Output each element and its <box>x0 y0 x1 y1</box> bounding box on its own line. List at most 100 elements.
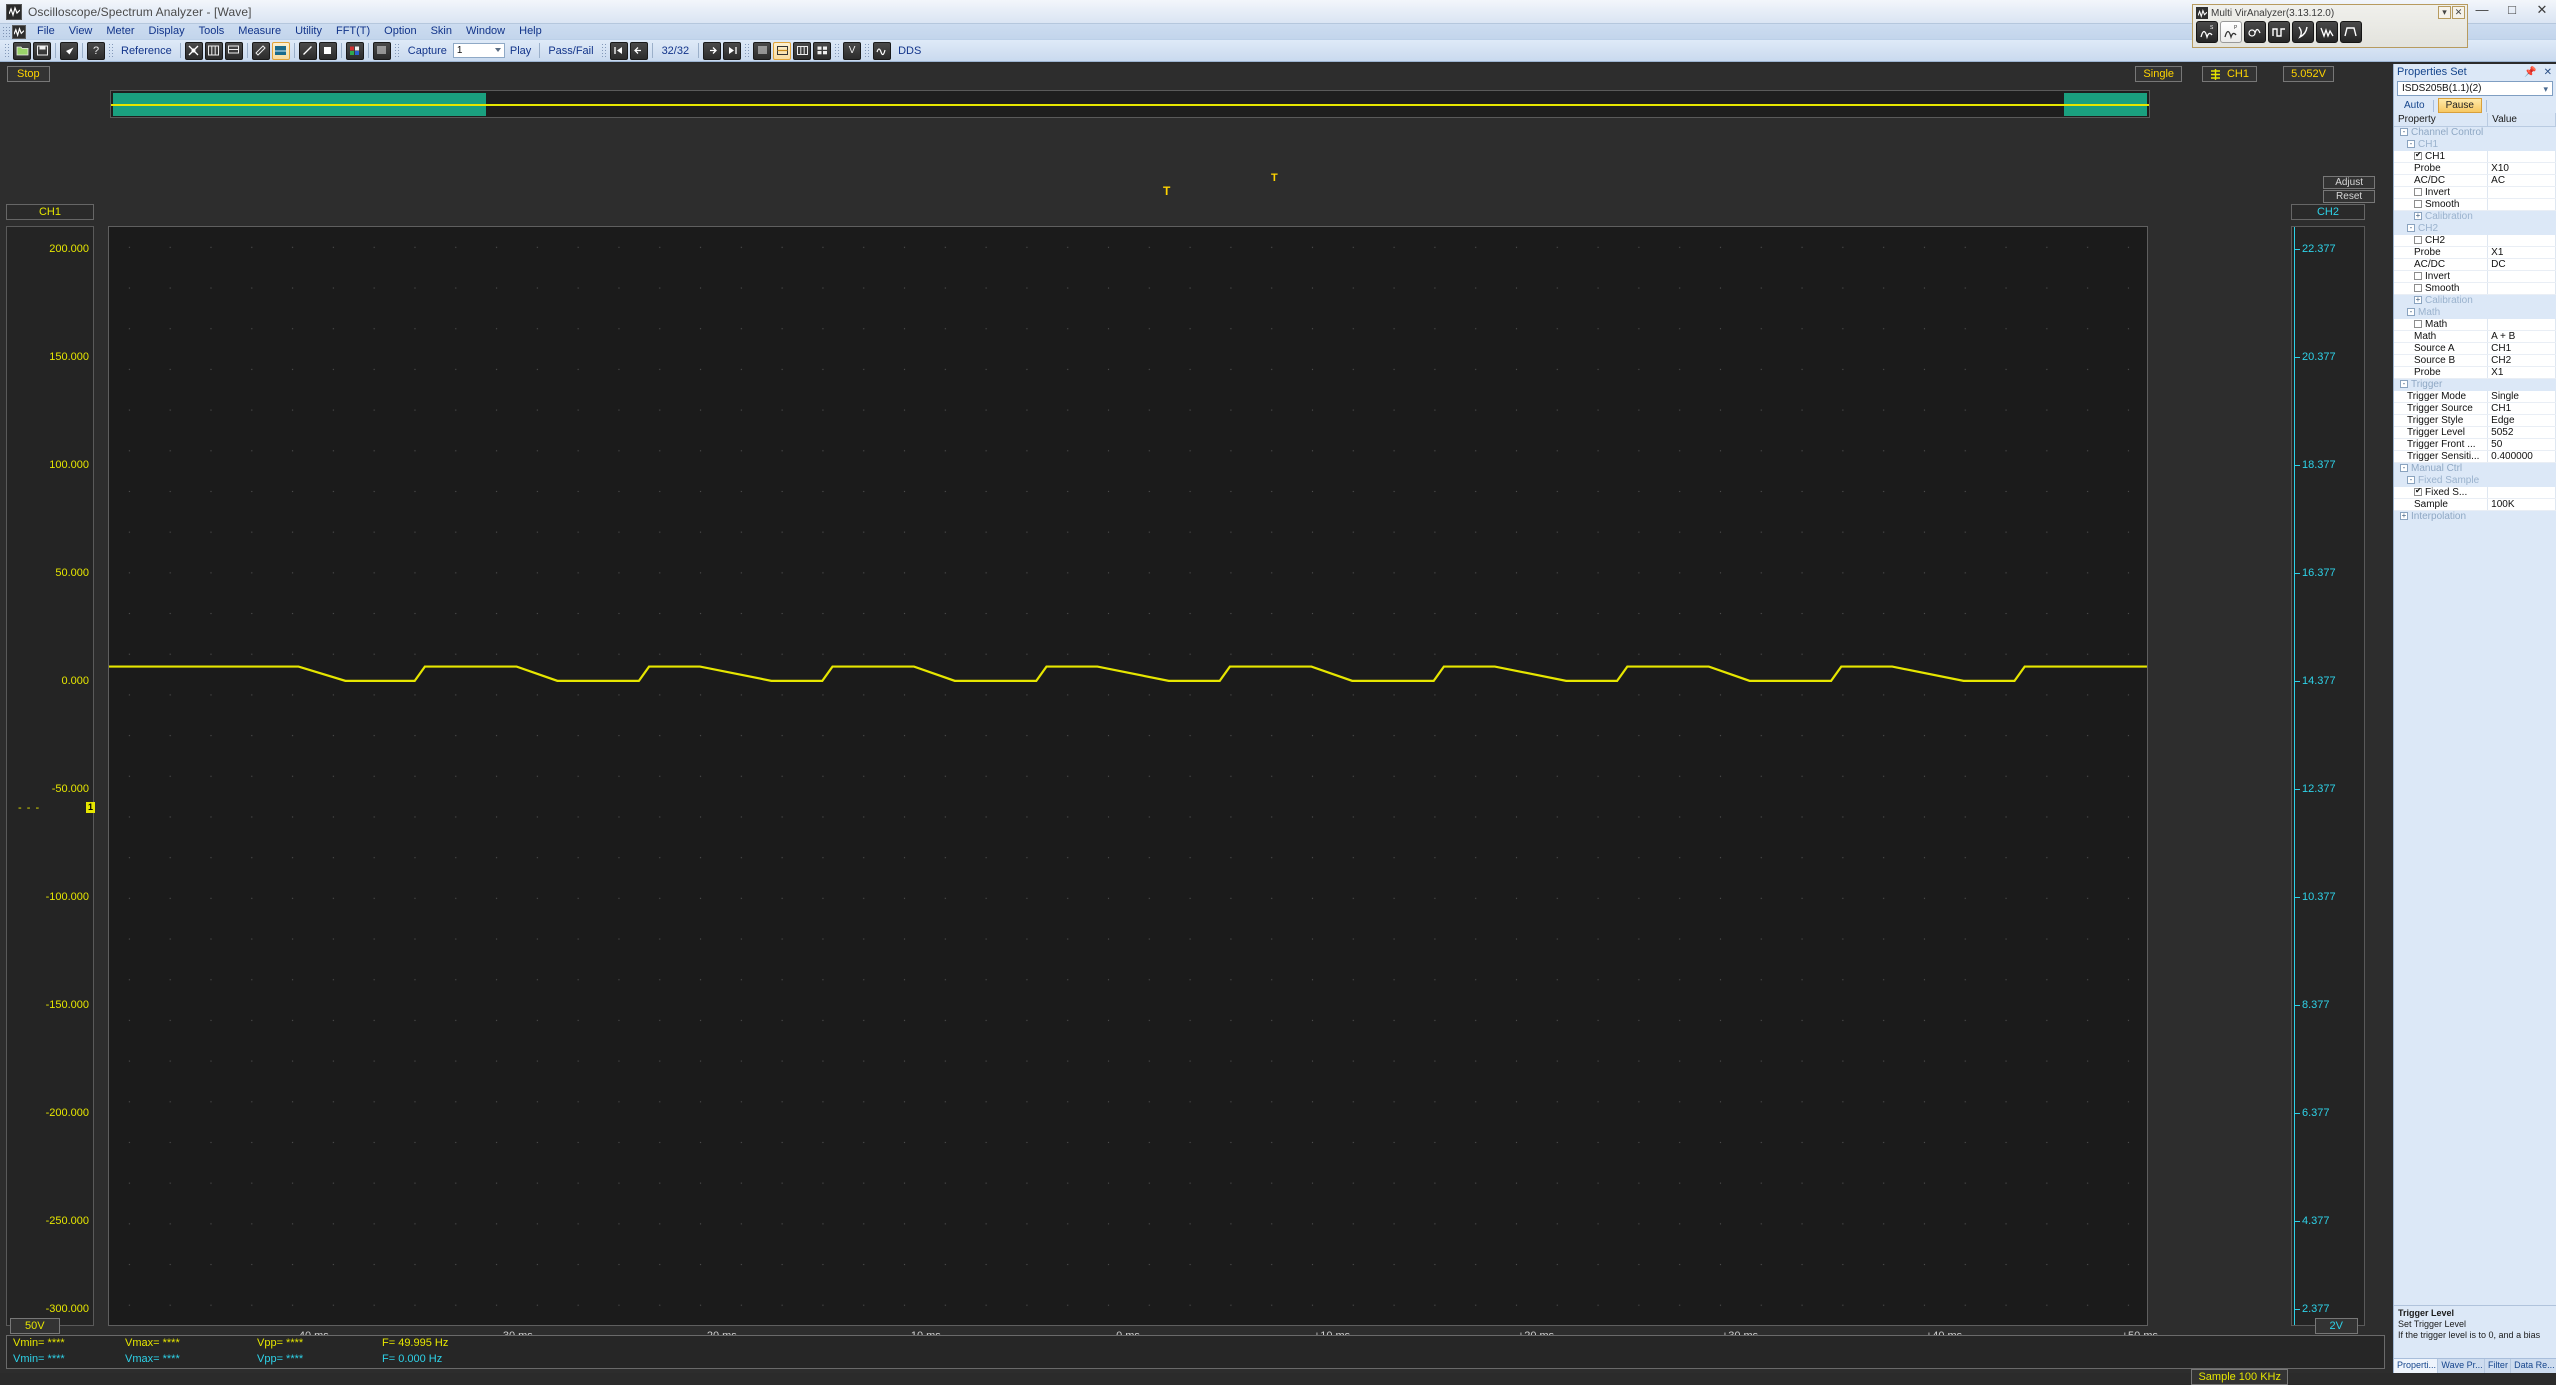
property-checkbox-row[interactable]: Fixed S... <box>2394 486 2556 499</box>
property-group-row[interactable]: - Manual Ctrl <box>2394 462 2556 475</box>
property-checkbox-row[interactable]: CH1 <box>2394 150 2556 163</box>
property-row[interactable]: Source A CH1 <box>2394 342 2556 355</box>
layout-list-icon[interactable] <box>753 41 772 60</box>
property-row[interactable]: Trigger Source CH1 <box>2394 402 2556 415</box>
checkbox-icon[interactable] <box>2414 284 2422 293</box>
meter-icon[interactable] <box>2244 21 2266 43</box>
property-group-row[interactable]: - CH2 <box>2394 222 2556 235</box>
menu-skin[interactable]: Skin <box>424 24 459 39</box>
noise-icon[interactable] <box>2316 21 2338 43</box>
dds-label[interactable]: DDS <box>892 45 927 57</box>
property-value[interactable]: AC <box>2487 174 2556 187</box>
layout-split-icon[interactable] <box>773 41 792 60</box>
property-value[interactable] <box>2487 270 2556 283</box>
close-button[interactable]: ✕ <box>2534 2 2550 18</box>
property-value[interactable]: DC <box>2487 258 2556 271</box>
menu-window[interactable]: Window <box>459 24 512 39</box>
property-value[interactable]: X10 <box>2487 162 2556 175</box>
toolbar-grip-4[interactable] <box>600 42 607 59</box>
bottom-tab-wave-properties[interactable]: Wave Pr... <box>2438 1359 2485 1373</box>
property-checkbox-row[interactable]: Smooth <box>2394 198 2556 211</box>
float-close-button[interactable]: ✕ <box>2452 6 2465 19</box>
property-value[interactable]: CH2 <box>2487 354 2556 367</box>
property-group-row[interactable]: - CH1 <box>2394 138 2556 151</box>
collapse-icon[interactable]: - <box>2407 308 2415 317</box>
save-icon[interactable] <box>33 41 51 60</box>
property-group-row[interactable]: + Calibration <box>2394 210 2556 223</box>
menu-utility[interactable]: Utility <box>288 24 329 39</box>
property-value[interactable]: X1 <box>2487 366 2556 379</box>
property-group-row[interactable]: + Interpolation <box>2394 510 2556 523</box>
property-checkbox-row[interactable]: Math <box>2394 318 2556 331</box>
record-icon[interactable] <box>271 41 290 60</box>
last-page-icon[interactable] <box>723 41 742 60</box>
snap-icon[interactable] <box>184 41 203 60</box>
trigger-mode-badge[interactable]: Single <box>2135 66 2182 82</box>
menu-help[interactable]: Help <box>512 24 549 39</box>
menu-file[interactable]: File <box>30 24 62 39</box>
property-value[interactable] <box>2487 234 2556 247</box>
waveform-grid[interactable] <box>108 226 2148 1326</box>
collapse-icon[interactable]: - <box>2407 140 2415 149</box>
property-value[interactable] <box>2487 486 2556 499</box>
ruler-icon[interactable] <box>298 41 317 60</box>
property-value[interactable]: Single <box>2487 390 2556 403</box>
pin-icon[interactable]: 📌 <box>2524 67 2536 78</box>
ch1-axis-label[interactable]: CH1 <box>6 204 94 220</box>
menu-measure[interactable]: Measure <box>231 24 288 39</box>
chevron-down-icon[interactable] <box>494 48 501 52</box>
collapse-icon[interactable]: - <box>2407 476 2415 485</box>
open-folder-icon[interactable] <box>13 41 31 60</box>
play-button[interactable]: Play <box>505 45 536 57</box>
property-row[interactable]: Math A + B <box>2394 330 2556 343</box>
float-minimize-button[interactable]: ▾ <box>2438 6 2451 19</box>
bottom-tab-properties[interactable]: Properti... <box>2394 1359 2439 1373</box>
chevron-down-icon[interactable]: ▾ <box>2543 84 2548 95</box>
property-checkbox-row[interactable]: CH2 <box>2394 234 2556 247</box>
spectrum-p-icon[interactable]: P <box>2220 21 2242 43</box>
menu-tools[interactable]: Tools <box>192 24 232 39</box>
property-group-row[interactable]: - Math <box>2394 306 2556 319</box>
property-group-row[interactable]: - Trigger <box>2394 378 2556 391</box>
toolbar-grip-3[interactable] <box>393 42 400 59</box>
property-value[interactable] <box>2487 150 2556 163</box>
property-value[interactable] <box>2487 282 2556 295</box>
capture-combo[interactable]: 1 <box>452 43 505 58</box>
disk-icon[interactable] <box>318 41 337 60</box>
menu-fft[interactable]: FFT(T) <box>329 24 377 39</box>
property-value[interactable]: A + B <box>2487 330 2556 343</box>
dds-icon[interactable] <box>873 41 892 60</box>
property-row[interactable]: AC/DC DC <box>2394 258 2556 271</box>
property-value[interactable]: Edge <box>2487 414 2556 427</box>
stop-button[interactable]: Stop <box>7 66 50 82</box>
property-value[interactable] <box>2487 198 2556 211</box>
property-row[interactable]: Trigger Sensiti... 0.400000 <box>2394 450 2556 463</box>
checkbox-icon[interactable] <box>2414 272 2422 281</box>
maximize-button[interactable]: □ <box>2504 2 2520 18</box>
sample-rate-badge[interactable]: Sample 100 KHz <box>2191 1369 2288 1385</box>
collapse-icon[interactable]: - <box>2400 380 2408 389</box>
property-row[interactable]: Trigger Level 5052 <box>2394 426 2556 439</box>
collapse-icon[interactable]: - <box>2407 224 2415 233</box>
layout-columns-icon[interactable] <box>793 41 812 60</box>
checkbox-icon[interactable] <box>2414 151 2422 161</box>
first-page-icon[interactable] <box>609 41 628 60</box>
property-row[interactable]: Sample 100K <box>2394 498 2556 511</box>
bottom-tab-data-record[interactable]: Data Re... <box>2511 1359 2556 1373</box>
property-value[interactable]: 0.400000 <box>2487 450 2556 463</box>
close-icon[interactable]: ✕ <box>2544 67 2552 78</box>
collapse-icon[interactable]: - <box>2400 128 2408 137</box>
property-value[interactable] <box>2487 318 2556 331</box>
overview-trigger-marker[interactable]: T <box>1271 172 1278 184</box>
tab-auto[interactable]: Auto <box>2400 99 2429 112</box>
ch1-volt-scale[interactable]: 50V <box>10 1318 60 1334</box>
toolbar-grip-6[interactable] <box>834 42 841 59</box>
property-row[interactable]: Probe X10 <box>2394 162 2556 175</box>
property-row[interactable]: Probe X1 <box>2394 366 2556 379</box>
property-value[interactable]: 100K <box>2487 498 2556 511</box>
menu-option[interactable]: Option <box>377 24 423 39</box>
toolbar-grip-2[interactable] <box>108 42 114 59</box>
checkbox-icon[interactable] <box>2414 320 2422 329</box>
pulse-icon[interactable] <box>2268 21 2290 43</box>
property-value[interactable]: CH1 <box>2487 342 2556 355</box>
